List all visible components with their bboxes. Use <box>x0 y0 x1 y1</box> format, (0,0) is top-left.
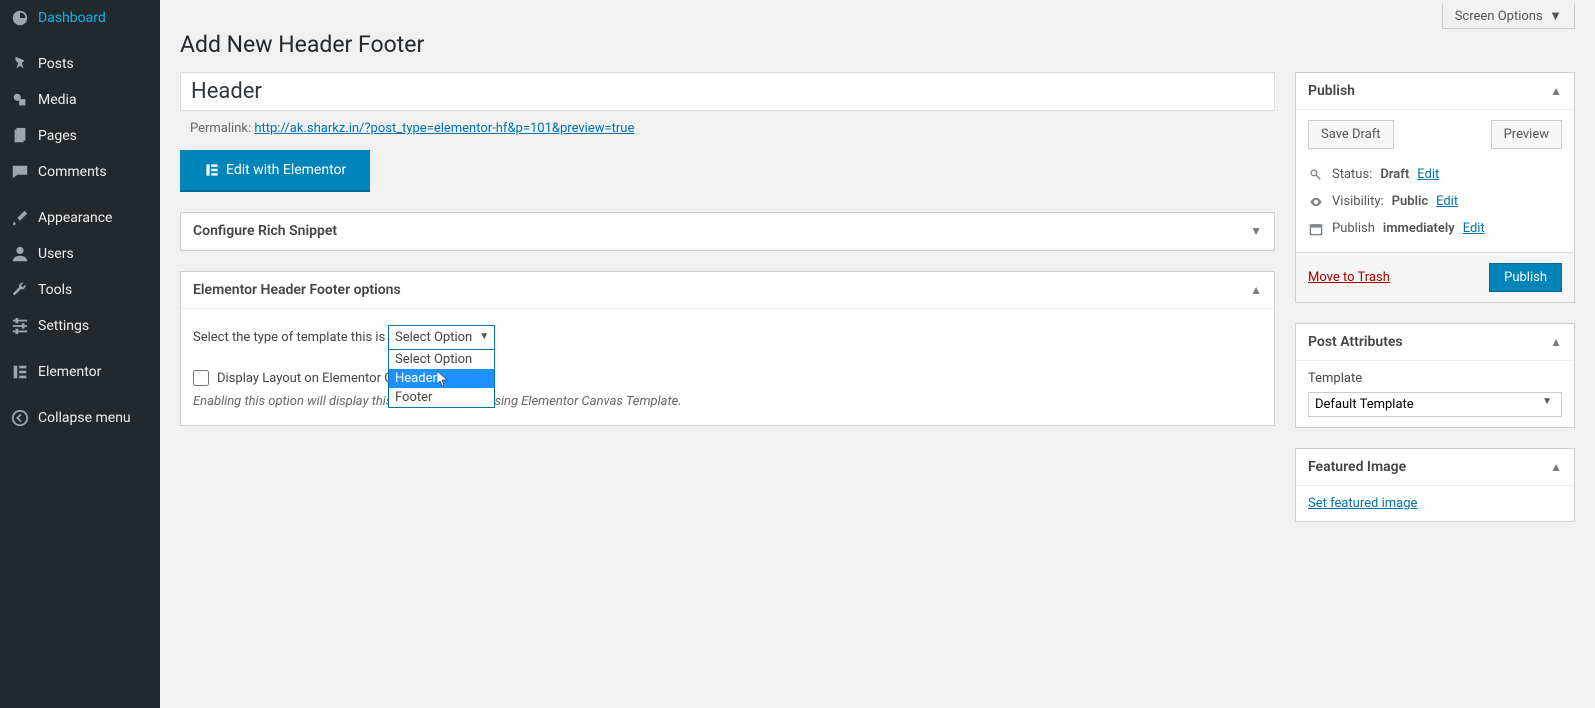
elementor-icon <box>204 162 220 178</box>
template-type-select[interactable]: Select Option <box>388 325 495 350</box>
visibility-label: Visibility: <box>1332 194 1384 209</box>
sidebar-item-pages[interactable]: Pages <box>0 118 160 154</box>
media-icon <box>10 90 30 110</box>
sidebar-label: Pages <box>38 128 77 144</box>
admin-sidebar: Dashboard Posts Media Pages Comments App… <box>0 0 160 708</box>
sidebar-item-comments[interactable]: Comments <box>0 154 160 190</box>
template-select[interactable]: Default Template <box>1308 392 1562 417</box>
rich-snippet-title: Configure Rich Snippet <box>193 223 337 239</box>
publish-date-label: Publish <box>1332 221 1375 236</box>
user-icon <box>10 244 30 264</box>
publish-button[interactable]: Publish <box>1489 263 1562 292</box>
chevron-up-icon: ▲ <box>1550 335 1562 349</box>
sidebar-item-dashboard[interactable]: Dashboard <box>0 0 160 36</box>
dashboard-icon <box>10 8 30 28</box>
dropdown-option-footer[interactable]: Footer <box>389 388 494 407</box>
permalink-row: Permalink: http://ak.sharkz.in/?post_typ… <box>180 111 1275 136</box>
sidebar-label: Appearance <box>38 210 112 226</box>
set-featured-image-link[interactable]: Set featured image <box>1308 496 1417 511</box>
page-title: Add New Header Footer <box>180 31 1575 58</box>
sidebar-item-settings[interactable]: Settings <box>0 308 160 344</box>
visibility-value: Public <box>1392 194 1428 209</box>
display-layout-checkbox[interactable] <box>193 370 209 386</box>
calendar-icon <box>1308 222 1324 236</box>
featured-image-box: Featured Image ▲ Set featured image <box>1295 448 1575 522</box>
sidebar-label: Settings <box>38 318 89 334</box>
sidebar-item-media[interactable]: Media <box>0 82 160 118</box>
screen-options-label: Screen Options <box>1455 9 1543 24</box>
hf-options-header[interactable]: Elementor Header Footer options ▲ <box>181 272 1274 309</box>
template-label: Template <box>1308 371 1562 386</box>
sidebar-label: Posts <box>38 56 74 72</box>
move-to-trash-link[interactable]: Move to Trash <box>1308 270 1390 285</box>
post-title-input[interactable] <box>180 72 1275 111</box>
sidebar-item-appearance[interactable]: Appearance <box>0 200 160 236</box>
status-edit-link[interactable]: Edit <box>1417 167 1439 182</box>
sidebar-item-tools[interactable]: Tools <box>0 272 160 308</box>
rich-snippet-box: Configure Rich Snippet ▼ <box>180 212 1275 251</box>
featured-image-header[interactable]: Featured Image ▲ <box>1296 449 1574 486</box>
permalink-label: Permalink: <box>190 121 251 136</box>
wrench-icon <box>10 280 30 300</box>
sidebar-label: Media <box>38 92 77 108</box>
rich-snippet-header[interactable]: Configure Rich Snippet ▼ <box>181 213 1274 250</box>
chevron-down-icon: ▼ <box>1549 8 1562 24</box>
sidebar-label: Users <box>38 246 74 262</box>
comment-icon <box>10 162 30 182</box>
status-value: Draft <box>1380 167 1409 182</box>
screen-options-button[interactable]: Screen Options ▼ <box>1442 4 1575 29</box>
publish-box: Publish ▲ Save Draft Preview Status: Dra… <box>1295 72 1575 303</box>
edit-with-elementor-button[interactable]: Edit with Elementor <box>180 150 370 192</box>
publish-box-header[interactable]: Publish ▲ <box>1296 73 1574 110</box>
chevron-up-icon: ▲ <box>1550 460 1562 474</box>
edit-elementor-label: Edit with Elementor <box>226 162 346 178</box>
publish-date-edit-link[interactable]: Edit <box>1463 221 1485 236</box>
eye-icon <box>1308 195 1324 209</box>
sidebar-item-users[interactable]: Users <box>0 236 160 272</box>
pin-icon <box>10 54 30 74</box>
elementor-icon <box>10 362 30 382</box>
display-layout-help: Enabling this option will display this l… <box>193 394 1262 409</box>
dropdown-option-header[interactable]: Header <box>389 369 494 388</box>
chevron-down-icon: ▼ <box>1250 224 1262 238</box>
cursor-icon <box>437 371 449 387</box>
post-attributes-header[interactable]: Post Attributes ▲ <box>1296 324 1574 361</box>
main-content: Screen Options ▼ Add New Header Footer P… <box>160 0 1595 708</box>
sidebar-item-posts[interactable]: Posts <box>0 46 160 82</box>
dropdown-option-header-label: Header <box>395 371 437 386</box>
save-draft-button[interactable]: Save Draft <box>1308 120 1394 149</box>
post-attributes-title: Post Attributes <box>1308 334 1403 350</box>
dropdown-option-select[interactable]: Select Option <box>389 350 494 369</box>
hf-options-box: Elementor Header Footer options ▲ Select… <box>180 271 1275 426</box>
pages-icon <box>10 126 30 146</box>
sidebar-label: Comments <box>38 164 107 180</box>
top-bar: Screen Options ▼ <box>180 0 1575 29</box>
publish-date-value: immediately <box>1383 221 1455 236</box>
sidebar-label: Elementor <box>38 364 101 380</box>
template-type-label: Select the type of template this is <box>193 330 388 345</box>
permalink-link[interactable]: http://ak.sharkz.in/?post_type=elementor… <box>254 121 634 136</box>
sidebar-label: Dashboard <box>38 10 106 26</box>
post-attributes-box: Post Attributes ▲ Template Default Templ… <box>1295 323 1575 428</box>
key-icon <box>1308 168 1324 182</box>
chevron-up-icon: ▲ <box>1550 84 1562 98</box>
status-label: Status: <box>1332 167 1372 182</box>
brush-icon <box>10 208 30 228</box>
sidebar-item-elementor[interactable]: Elementor <box>0 354 160 390</box>
visibility-edit-link[interactable]: Edit <box>1436 194 1458 209</box>
sidebar-label: Tools <box>38 282 72 298</box>
sidebar-label: Collapse menu <box>38 410 131 426</box>
publish-box-title: Publish <box>1308 83 1355 99</box>
preview-button[interactable]: Preview <box>1491 120 1562 149</box>
hf-options-title: Elementor Header Footer options <box>193 282 401 298</box>
sidebar-item-collapse[interactable]: Collapse menu <box>0 400 160 436</box>
featured-image-title: Featured Image <box>1308 459 1406 475</box>
template-type-dropdown: Select Option Header Footer <box>388 350 495 408</box>
chevron-up-icon: ▲ <box>1250 283 1262 297</box>
collapse-icon <box>10 408 30 428</box>
sliders-icon <box>10 316 30 336</box>
